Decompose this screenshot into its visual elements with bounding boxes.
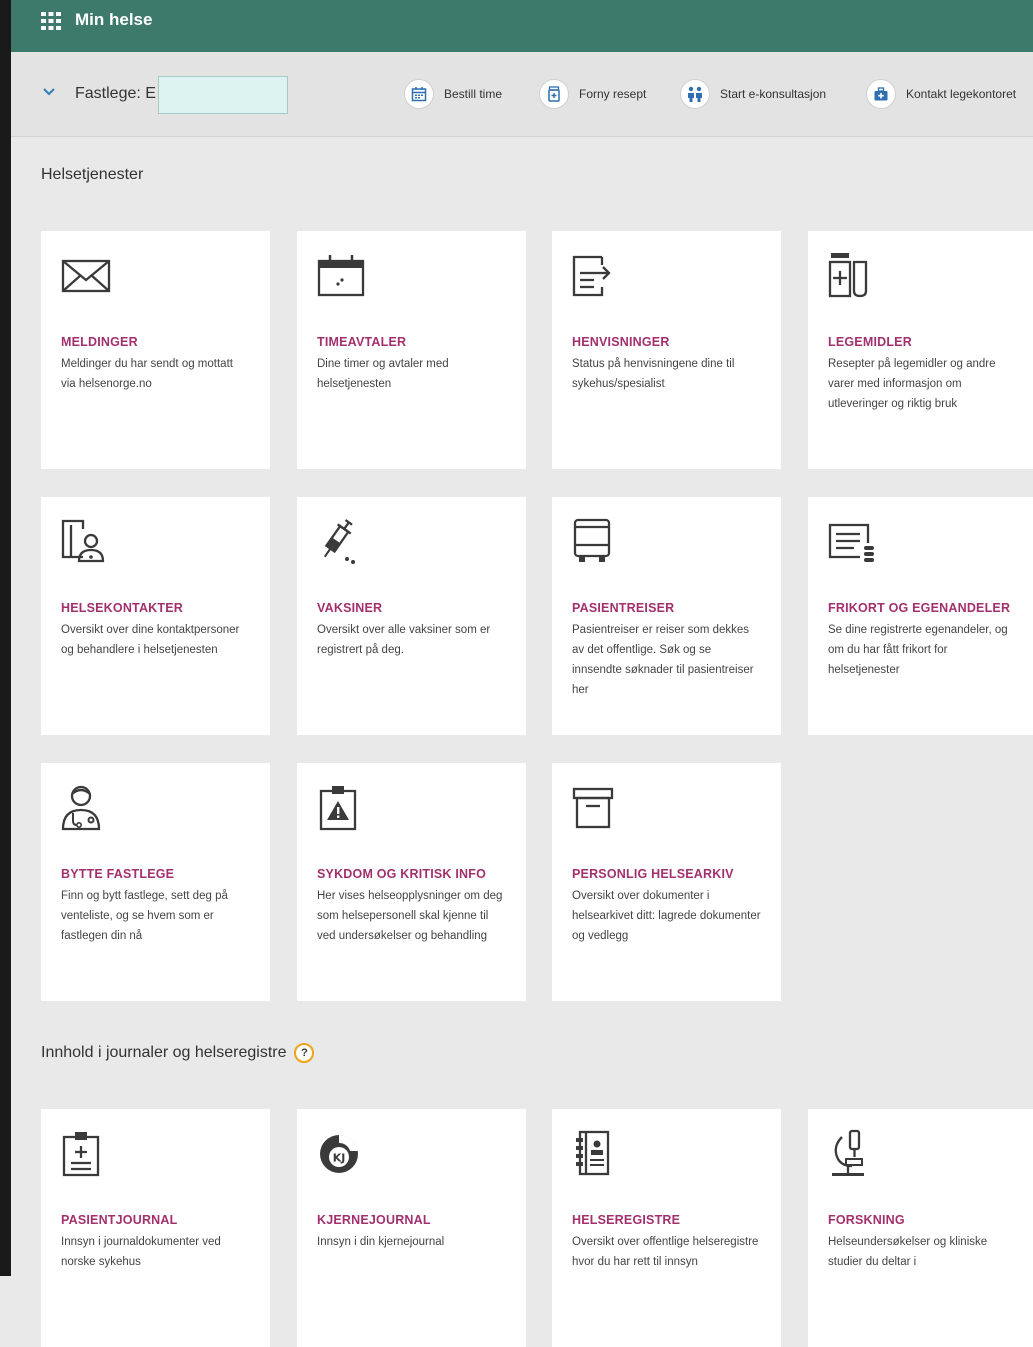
- contact-office-button[interactable]: Kontakt legekontoret: [866, 79, 1016, 109]
- card-description: Finn og bytt fastlege, sett deg på vente…: [61, 890, 228, 942]
- card-description: Dine timer og avtaler med helsetjenesten: [317, 358, 449, 390]
- card-forskning[interactable]: FORSKNING Helseundersøkelser og kliniske…: [808, 1109, 1033, 1347]
- card-title: FRIKORT OG EGENANDELER: [828, 601, 1011, 615]
- card-title: HELSEREGISTRE: [572, 1213, 681, 1227]
- card-timeavtaler[interactable]: TIMEAVTALER Dine timer og avtaler med he…: [297, 231, 526, 469]
- card-legemidler[interactable]: LEGEMIDLER Resepter på legemidler og and…: [808, 231, 1033, 469]
- card-description: Resepter på legemidler og andre varer me…: [828, 358, 996, 410]
- card-personlig-helsearkiv[interactable]: PERSONLIG HELSEARKIV Oversikt over dokum…: [552, 763, 781, 1001]
- card-description: Oversikt over dine kontaktpersoner og be…: [61, 624, 240, 656]
- card-frikort[interactable]: FRIKORT OG EGENANDELER Se dine registrer…: [808, 497, 1033, 735]
- card-pasientjournal[interactable]: PASIENTJOURNAL Innsyn i journaldokumente…: [41, 1109, 270, 1347]
- card-title: HELSEKONTAKTER: [61, 601, 184, 615]
- card-title: LEGEMIDLER: [828, 335, 912, 349]
- card-bytte-fastlege[interactable]: BYTTE FASTLEGE Finn og bytt fastlege, se…: [41, 763, 270, 1001]
- contact-office-label: Kontakt legekontoret: [906, 87, 1017, 101]
- book-appointment-label: Bestill time: [444, 87, 503, 101]
- card-description: Se dine registrerte egenandeler, og om d…: [828, 624, 1008, 676]
- card-description: Status på henvisningene dine til sykehus…: [572, 358, 735, 390]
- window-edge: [0, 0, 11, 1276]
- card-meldinger[interactable]: MELDINGER Meldinger du har sendt og mott…: [41, 231, 270, 469]
- critical-info-icon: [319, 786, 357, 831]
- kj-logo-icon: KJ: [320, 1134, 358, 1173]
- svg-text:KJ: KJ: [333, 1152, 346, 1165]
- card-pasientreiser[interactable]: PASIENTREISER Pasientreiser er reiser so…: [552, 497, 781, 735]
- registry-book-icon: [576, 1130, 610, 1176]
- card-title: PERSONLIG HELSEARKIV: [572, 867, 734, 881]
- card-title: MELDINGER: [61, 335, 138, 349]
- card-description: Meldinger du har sendt og mottatt via he…: [61, 358, 233, 390]
- section-title-records: Innhold i journaler og helseregistre?: [41, 1043, 315, 1063]
- card-description: Her vises helseopplysninger om deg som h…: [317, 890, 503, 942]
- card-title: SYKDOM OG KRITISK INFO: [317, 867, 486, 881]
- gp-name-field: [158, 76, 288, 114]
- start-econsultation-button[interactable]: Start e-konsultasjon: [680, 79, 826, 109]
- card-title: KJERNEJOURNAL: [317, 1213, 431, 1227]
- card-sykdom-kritisk-info[interactable]: SYKDOM OG KRITISK INFO Her vises helseop…: [297, 763, 526, 1001]
- apps-grid-icon[interactable]: [41, 12, 61, 30]
- calendar-icon: [404, 79, 434, 109]
- clipboard-icon: [62, 1132, 100, 1177]
- syringe-icon: [323, 519, 355, 564]
- card-description: Oversikt over dokumenter i helsearkivet …: [572, 890, 761, 942]
- chevron-down-icon[interactable]: [41, 84, 57, 100]
- card-description: Innsyn i din kjernejournal: [317, 1236, 445, 1248]
- section-title-services: Helsetjenester: [41, 166, 144, 183]
- card-description: Innsyn i journaldokumenter ved norske sy…: [61, 1236, 221, 1268]
- top-header: Min helse: [11, 0, 1033, 52]
- card-title: PASIENTJOURNAL: [61, 1213, 178, 1227]
- card-description: Helseundersøkelser og kliniske studier d…: [828, 1236, 988, 1268]
- people-icon: [680, 79, 710, 109]
- medicine-icon: [828, 253, 868, 298]
- medical-kit-icon: [866, 79, 896, 109]
- doctor-icon: [61, 785, 101, 831]
- book-appointment-button[interactable]: Bestill time: [404, 79, 502, 109]
- bus-icon: [573, 518, 611, 562]
- card-title: VAKSINER: [317, 601, 383, 615]
- card-title: FORSKNING: [828, 1213, 905, 1227]
- card-vaksiner[interactable]: VAKSINER Oversikt over alle vaksiner som…: [297, 497, 526, 735]
- card-title: BYTTE FASTLEGE: [61, 867, 175, 881]
- card-title: PASIENTREISER: [572, 601, 675, 615]
- card-description: Pasientreiser er reiser som dekkes av de…: [572, 624, 754, 696]
- envelope-icon: [61, 259, 111, 293]
- archive-box-icon: [572, 787, 614, 829]
- gp-bar: Fastlege: E Bestill time Forny resept St…: [11, 52, 1033, 137]
- start-econsultation-label: Start e-konsultasjon: [720, 87, 827, 101]
- health-contact-icon: [61, 519, 105, 563]
- card-helsekontakter[interactable]: HELSEKONTAKTER Oversikt over dine kontak…: [41, 497, 270, 735]
- card-title: TIMEAVTALER: [317, 335, 407, 349]
- renew-prescription-label: Forny resept: [579, 87, 647, 101]
- referral-document-icon: [572, 255, 611, 297]
- card-helseregistre[interactable]: HELSEREGISTRE Oversikt over offentlige h…: [552, 1109, 781, 1347]
- card-description: Oversikt over offentlige helseregistre h…: [572, 1236, 759, 1268]
- prescription-icon: [539, 79, 569, 109]
- app-title[interactable]: Min helse: [75, 10, 152, 30]
- card-title: HENVISNINGER: [572, 335, 670, 349]
- help-icon[interactable]: ?: [294, 1043, 315, 1063]
- gp-label[interactable]: Fastlege: E: [75, 85, 156, 103]
- section-title-records-text: Innhold i journaler og helseregistre: [41, 1044, 287, 1061]
- card-description: Oversikt over alle vaksiner som er regis…: [317, 624, 491, 656]
- microscope-icon: [832, 1129, 864, 1176]
- exemption-card-icon: [828, 523, 874, 562]
- renew-prescription-button[interactable]: Forny resept: [539, 79, 646, 109]
- card-kjernejournal[interactable]: KJ KJERNEJOURNAL Innsyn i din kjernejour…: [297, 1109, 526, 1347]
- card-henvisninger[interactable]: HENVISNINGER Status på henvisningene din…: [552, 231, 781, 469]
- calendar-icon: [317, 255, 365, 297]
